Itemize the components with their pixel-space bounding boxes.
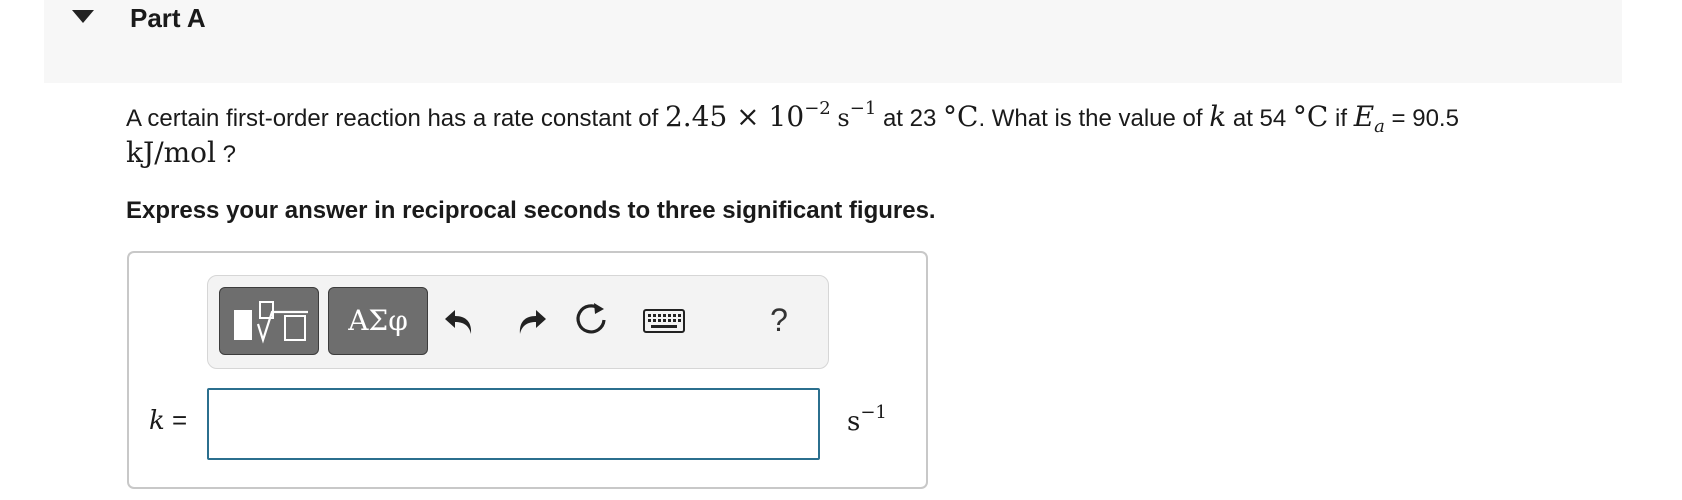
math-toolbar: ΑΣφ ? (207, 275, 829, 369)
energy-unit: kJ/mol (126, 136, 216, 169)
temperature-unit: °C (943, 100, 979, 133)
answer-box: ΑΣφ ? k = s−1 (127, 251, 928, 489)
activation-energy-symbol: Ea (1353, 100, 1385, 137)
collapse-caret-icon[interactable] (72, 10, 94, 23)
question-text-segment: ? (216, 141, 237, 168)
keyboard-icon[interactable] (639, 298, 689, 342)
reset-icon[interactable] (569, 298, 613, 342)
question-text-segment: if (1328, 105, 1354, 132)
rate-constant-unit: s−1 (837, 98, 877, 133)
redo-icon[interactable] (508, 298, 552, 342)
undo-icon[interactable] (439, 298, 483, 342)
answer-input[interactable] (207, 388, 820, 460)
question-text: A certain first-order reaction has a rat… (126, 100, 1626, 172)
question-text-segment: . What is the value of (978, 105, 1210, 132)
templates-button[interactable] (219, 287, 319, 355)
rate-constant-value: 2.45 × 10−2 (664, 98, 831, 134)
answer-instruction: Express your answer in reciprocal second… (126, 197, 936, 224)
part-header (44, 0, 1622, 83)
question-text-segment: at 23 (876, 105, 943, 132)
greek-symbols-button[interactable]: ΑΣφ (328, 287, 428, 355)
temperature-unit: °C (1292, 100, 1329, 133)
k-variable: k (1209, 100, 1227, 133)
answer-variable-label: k = (149, 405, 188, 436)
part-title: Part A (130, 3, 206, 33)
question-text-segment: = 90.5 (1384, 105, 1459, 132)
question-text-segment: A certain first-order reaction has a rat… (126, 105, 665, 132)
answer-unit: s−1 (847, 402, 887, 438)
question-text-segment: at 54 (1226, 105, 1293, 132)
templates-icon (234, 301, 308, 344)
help-button[interactable]: ? (764, 292, 794, 348)
